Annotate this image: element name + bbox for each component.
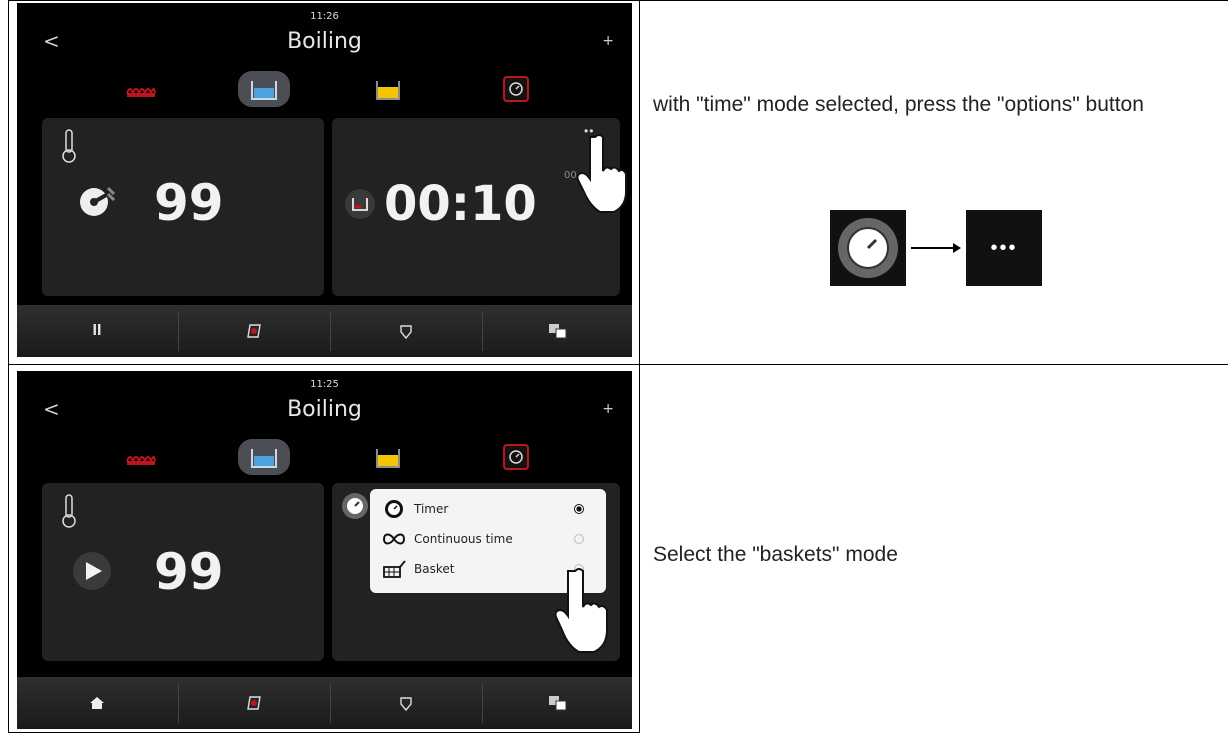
time-value: 00:10	[384, 176, 537, 232]
menu-item-timer[interactable]: Timer	[370, 495, 606, 523]
mode-selector	[17, 71, 632, 111]
language-button[interactable]	[483, 677, 632, 729]
pause-icon: II	[92, 322, 102, 339]
temperature-value: 99	[154, 174, 224, 232]
menu-item-label: Timer	[414, 502, 449, 516]
basket-gauge-icon	[247, 696, 261, 710]
table-border-divider	[639, 0, 640, 733]
heating-mode-icon[interactable]	[115, 439, 167, 475]
mode-selector	[17, 439, 632, 479]
instruction-table: 11:26 < Boiling + 99 00:10 00 •• II with…	[8, 0, 1228, 733]
pause-button[interactable]: II	[17, 305, 177, 357]
water-mode-icon[interactable]	[238, 71, 290, 107]
heating-power-icon	[80, 186, 116, 216]
menu-item-continuous-time[interactable]: Continuous time	[370, 525, 606, 553]
page-title: Boiling	[287, 29, 362, 54]
table-border-left	[8, 0, 9, 733]
oil-mode-icon[interactable]	[362, 71, 414, 107]
thermometer-icon	[62, 129, 76, 163]
bottom-toolbar	[17, 677, 632, 729]
basket-gauge-icon	[247, 324, 261, 338]
lift-button[interactable]	[331, 677, 481, 729]
temperature-panel[interactable]: 99	[42, 483, 324, 661]
status-clock: 11:25	[310, 379, 339, 390]
time-seconds: 00	[564, 170, 577, 181]
basket-gauge-button[interactable]	[179, 305, 329, 357]
timer-icon	[385, 500, 403, 518]
basket-gauge-button[interactable]	[179, 677, 329, 729]
add-button[interactable]: +	[602, 33, 614, 49]
pointing-hand-icon	[577, 134, 627, 213]
bottom-toolbar: II	[17, 305, 632, 357]
ellipsis-icon: •••	[990, 236, 1018, 259]
table-border-top	[8, 0, 1228, 1]
radio-selected[interactable]	[574, 504, 584, 514]
page-title: Boiling	[287, 397, 362, 422]
gauge-icon	[342, 493, 368, 519]
language-icon	[548, 324, 566, 339]
step2-screen: 11:25 < Boiling + 99 ​	[17, 371, 632, 729]
temperature-value: 99	[154, 543, 224, 601]
arrow-right-icon	[911, 243, 961, 253]
water-mode-icon[interactable]	[238, 439, 290, 475]
infinity-icon	[382, 533, 406, 545]
gauge-icon	[838, 218, 898, 278]
menu-item-label: Continuous time	[414, 532, 513, 546]
basket-timer-mode-icon[interactable]	[490, 439, 542, 475]
temperature-panel[interactable]: 99	[42, 118, 324, 296]
language-icon	[548, 696, 566, 711]
thermometer-icon	[62, 494, 76, 528]
lift-button[interactable]	[331, 305, 481, 357]
oil-mode-icon[interactable]	[362, 439, 414, 475]
time-mode-button-illustration	[830, 210, 906, 286]
time-mode-icon	[345, 189, 375, 219]
pointing-hand-icon	[555, 568, 608, 653]
basket-timer-mode-icon[interactable]	[490, 71, 542, 107]
play-button-icon[interactable]	[72, 551, 112, 591]
step1-screen: 11:26 < Boiling + 99 00:10 00 •• II	[17, 3, 632, 357]
language-button[interactable]	[483, 305, 632, 357]
menu-item-label: Basket	[414, 562, 455, 576]
lift-icon	[400, 325, 412, 340]
step1-instruction: with "time" mode selected, press the "op…	[653, 93, 1144, 116]
home-button[interactable]	[17, 677, 177, 729]
heating-mode-icon[interactable]	[115, 71, 167, 107]
table-border-middle	[8, 364, 1228, 365]
status-clock: 11:26	[310, 11, 339, 22]
basket-icon	[383, 560, 406, 578]
step2-instruction: Select the "baskets" mode	[653, 543, 898, 566]
home-icon	[90, 697, 104, 709]
radio-unselected[interactable]	[574, 534, 584, 544]
options-button-illustration: •••	[966, 210, 1042, 286]
lift-icon	[400, 697, 412, 712]
add-button[interactable]: +	[602, 401, 614, 417]
